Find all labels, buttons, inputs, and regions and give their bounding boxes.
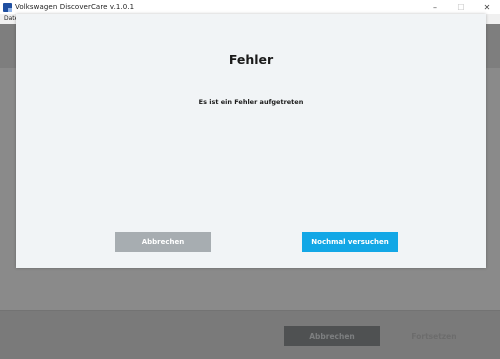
maximize-icon[interactable]: ☐ bbox=[448, 0, 474, 14]
background-cancel-button: Abbrechen bbox=[284, 326, 380, 346]
dialog-message: Es ist ein Fehler aufgetreten bbox=[198, 98, 304, 106]
retry-button[interactable]: Nochmal versuchen bbox=[302, 232, 398, 252]
window-controls: – ☐ ✕ bbox=[422, 0, 500, 14]
close-icon[interactable]: ✕ bbox=[474, 0, 500, 14]
window-title: Volkswagen DiscoverCare v.1.0.1 bbox=[15, 3, 135, 11]
minimize-icon[interactable]: – bbox=[422, 0, 448, 14]
app-icon bbox=[3, 2, 12, 12]
background-next-button: Fortsetzen bbox=[411, 331, 457, 341]
error-dialog: Fehler Es ist ein Fehler aufgetreten Abb… bbox=[16, 14, 486, 268]
dialog-title: Fehler bbox=[228, 52, 274, 67]
bottom-action-bar: Abbrechen Fortsetzen bbox=[0, 310, 500, 359]
cancel-button[interactable]: Abbrechen bbox=[115, 232, 211, 252]
window-titlebar: Volkswagen DiscoverCare v.1.0.1 – ☐ ✕ bbox=[0, 0, 500, 14]
